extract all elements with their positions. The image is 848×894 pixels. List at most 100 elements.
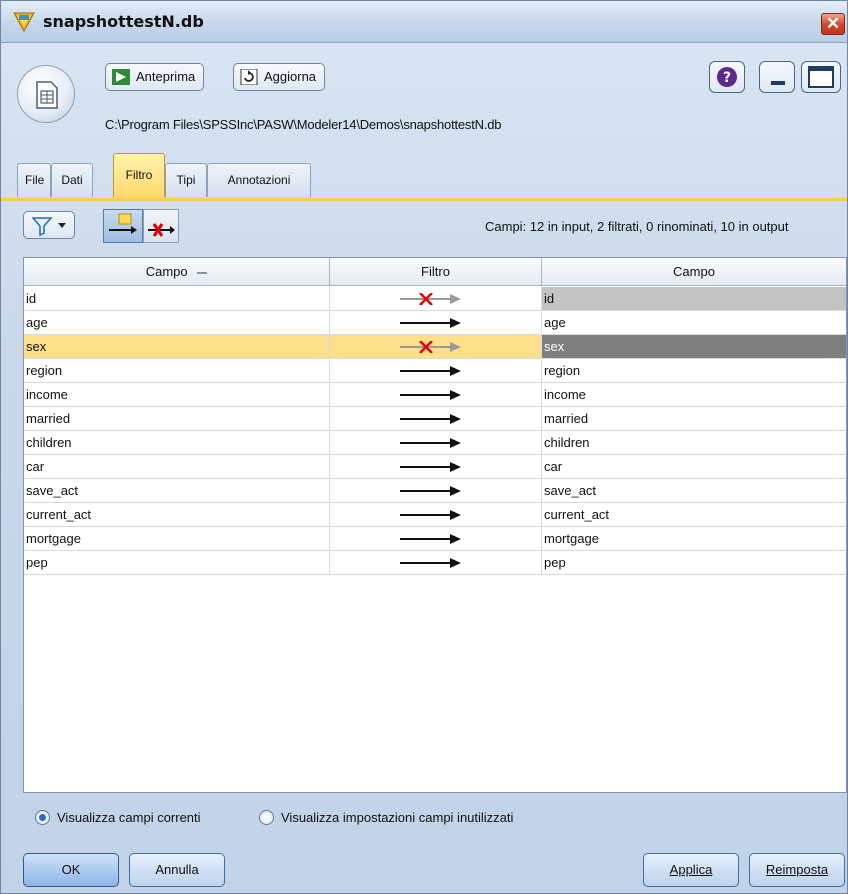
column-header-input-field[interactable]: Campo <box>24 258 330 286</box>
ok-button[interactable]: OK <box>23 853 119 887</box>
remove-field-mode-button[interactable] <box>143 209 179 243</box>
table-row[interactable]: children children <box>24 431 846 455</box>
tab-annotazioni[interactable]: Annotazioni <box>207 163 311 197</box>
close-button[interactable]: ✕ <box>821 13 845 35</box>
show-current-fields-radio[interactable]: Visualizza campi correnti <box>35 809 201 827</box>
table-row[interactable]: married married <box>24 407 846 431</box>
pass-arrow-cell[interactable] <box>330 383 542 406</box>
output-field-cell[interactable]: save_act <box>542 479 846 502</box>
field-summary: Campi: 12 in input, 2 filtrati, 0 rinomi… <box>485 219 789 234</box>
filtered-arrow-icon <box>400 341 461 353</box>
pass-arrow-icon <box>400 486 461 496</box>
output-field-cell[interactable]: id <box>542 287 846 310</box>
file-path: C:\Program Files\SPSSInc\PASW\Modeler14\… <box>105 117 502 132</box>
output-field-cell[interactable]: sex <box>542 335 846 358</box>
column-header-filter[interactable]: Filtro <box>330 258 542 286</box>
minimize-button[interactable] <box>759 61 795 93</box>
input-field-cell: married <box>24 407 330 430</box>
output-field-cell[interactable]: pep <box>542 551 846 574</box>
filtered-arrow-cell[interactable] <box>330 287 542 310</box>
table-row[interactable]: id id <box>24 287 846 311</box>
reset-button[interactable]: Reimposta <box>749 853 845 887</box>
pass-arrow-cell[interactable] <box>330 311 542 334</box>
show-current-fields-label: Visualizza campi correnti <box>57 810 201 825</box>
refresh-icon <box>240 69 258 85</box>
database-node-icon <box>13 12 35 32</box>
minimize-icon <box>771 81 785 85</box>
window-title: snapshottestN.db <box>43 12 204 31</box>
show-unused-fields-radio[interactable]: Visualizza impostazioni campi inutilizza… <box>259 809 513 827</box>
pass-arrow-icon <box>400 318 461 328</box>
table-row[interactable]: age age <box>24 311 846 335</box>
output-field-cell[interactable]: mortgage <box>542 527 846 550</box>
pass-arrow-cell[interactable] <box>330 455 542 478</box>
pass-arrow-icon <box>400 510 461 520</box>
source-node-icon <box>17 65 75 123</box>
pass-arrow-cell[interactable] <box>330 407 542 430</box>
chevron-down-icon <box>58 223 66 228</box>
tab-filtro[interactable]: Filtro <box>113 153 165 197</box>
output-field-cell[interactable]: car <box>542 455 846 478</box>
column-header-label: Campo <box>145 264 188 279</box>
preview-label: Anteprima <box>136 69 196 84</box>
filter-dialog-window: snapshottestN.db ✕ Anteprima Aggiorna ? … <box>0 0 848 894</box>
pass-arrow-cell[interactable] <box>330 479 542 502</box>
pass-arrow-cell[interactable] <box>330 503 542 526</box>
filter-options-button[interactable] <box>23 211 75 239</box>
table-row[interactable]: region region <box>24 359 846 383</box>
input-field-cell: car <box>24 455 330 478</box>
title-bar[interactable]: snapshottestN.db ✕ <box>1 1 847 43</box>
show-unused-fields-label: Visualizza impostazioni campi inutilizza… <box>281 810 514 825</box>
sort-icon <box>197 272 208 274</box>
input-field-cell: current_act <box>24 503 330 526</box>
pass-arrow-cell[interactable] <box>330 431 542 454</box>
tab-content-border <box>1 197 847 201</box>
pass-arrow-icon <box>400 414 461 424</box>
output-field-cell[interactable]: current_act <box>542 503 846 526</box>
input-field-cell: id <box>24 287 330 310</box>
pass-arrow-icon <box>400 558 461 568</box>
pass-arrow-cell[interactable] <box>330 551 542 574</box>
preview-button[interactable]: Anteprima <box>105 63 205 91</box>
help-button[interactable]: ? <box>709 61 745 93</box>
pass-arrow-cell[interactable] <box>330 359 542 382</box>
remove-field-icon <box>148 223 175 237</box>
table-row[interactable]: mortgage mortgage <box>24 527 846 551</box>
apply-button[interactable]: Applica <box>643 853 739 887</box>
input-field-cell: children <box>24 431 330 454</box>
output-field-cell[interactable]: children <box>542 431 846 454</box>
refresh-button[interactable]: Aggiorna <box>233 63 326 91</box>
input-field-cell: age <box>24 311 330 334</box>
preview-icon <box>112 69 130 85</box>
input-field-cell: sex <box>24 335 330 358</box>
output-field-cell[interactable]: income <box>542 383 846 406</box>
filtered-arrow-cell[interactable] <box>330 335 542 358</box>
column-header-output-field[interactable]: Campo <box>542 258 846 286</box>
table-row[interactable]: car car <box>24 455 846 479</box>
pass-arrow-icon <box>400 438 461 448</box>
input-field-cell: mortgage <box>24 527 330 550</box>
table-row[interactable]: income income <box>24 383 846 407</box>
table-row[interactable]: current_act current_act <box>24 503 846 527</box>
maximize-button[interactable] <box>801 61 841 93</box>
table-row[interactable]: sex sex <box>24 335 846 359</box>
input-field-cell: pep <box>24 551 330 574</box>
maximize-icon <box>808 66 834 88</box>
cancel-button[interactable]: Annulla <box>129 853 225 887</box>
funnel-icon <box>32 217 53 236</box>
pass-field-mode-button[interactable] <box>103 209 143 243</box>
table-row[interactable]: pep pep <box>24 551 846 575</box>
radio-dot <box>259 810 274 825</box>
output-field-cell[interactable]: married <box>542 407 846 430</box>
pass-arrow-icon <box>400 462 461 472</box>
pass-field-icon <box>109 213 137 234</box>
output-field-cell[interactable]: age <box>542 311 846 334</box>
tab-dati[interactable]: Dati <box>51 163 93 197</box>
output-field-cell[interactable]: region <box>542 359 846 382</box>
table-row[interactable]: save_act save_act <box>24 479 846 503</box>
tab-file[interactable]: File <box>17 163 51 197</box>
radio-dot-selected <box>35 810 50 825</box>
tab-tipi[interactable]: Tipi <box>165 163 207 197</box>
pass-arrow-cell[interactable] <box>330 527 542 550</box>
refresh-label: Aggiorna <box>264 69 317 84</box>
